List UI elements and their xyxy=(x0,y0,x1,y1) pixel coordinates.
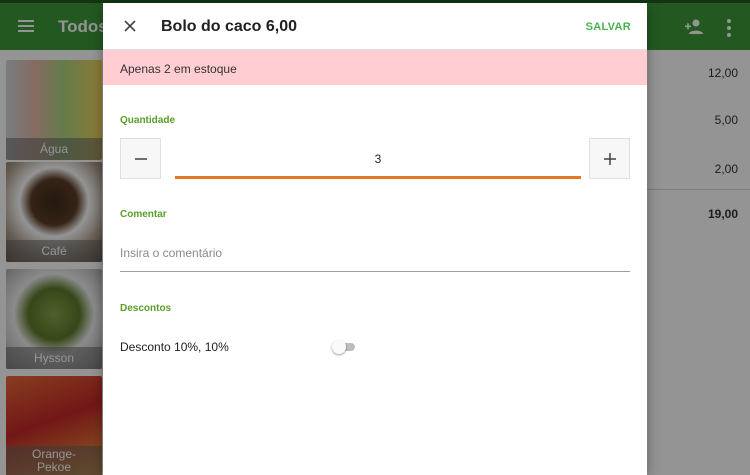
edit-item-dialog: Bolo do caco 6,00 SALVAR Apenas 2 em est… xyxy=(103,3,647,475)
dialog-header: Bolo do caco 6,00 SALVAR xyxy=(103,3,647,50)
close-icon[interactable] xyxy=(123,19,137,33)
plus-icon xyxy=(604,153,616,165)
comment-label: Comentar xyxy=(120,209,167,220)
comment-input[interactable]: Insira o comentário xyxy=(120,246,222,260)
comment-input-underline xyxy=(120,271,630,272)
discount-toggle[interactable] xyxy=(332,340,356,354)
stock-warning-banner: Apenas 2 em estoque xyxy=(103,50,647,85)
discount-label: Desconto 10%, 10% xyxy=(120,340,229,354)
quantity-input-underline xyxy=(175,176,581,179)
minus-icon xyxy=(135,158,147,160)
decrease-quantity-button[interactable] xyxy=(120,138,161,179)
toggle-thumb xyxy=(332,340,346,354)
increase-quantity-button[interactable] xyxy=(589,138,630,179)
dialog-title: Bolo do caco 6,00 xyxy=(161,18,298,35)
stock-warning-text: Apenas 2 em estoque xyxy=(120,62,237,76)
quantity-label: Quantidade xyxy=(120,115,176,126)
save-button[interactable]: SALVAR xyxy=(586,21,631,33)
quantity-input[interactable]: 3 xyxy=(175,152,581,166)
discounts-label: Descontos xyxy=(120,303,172,314)
